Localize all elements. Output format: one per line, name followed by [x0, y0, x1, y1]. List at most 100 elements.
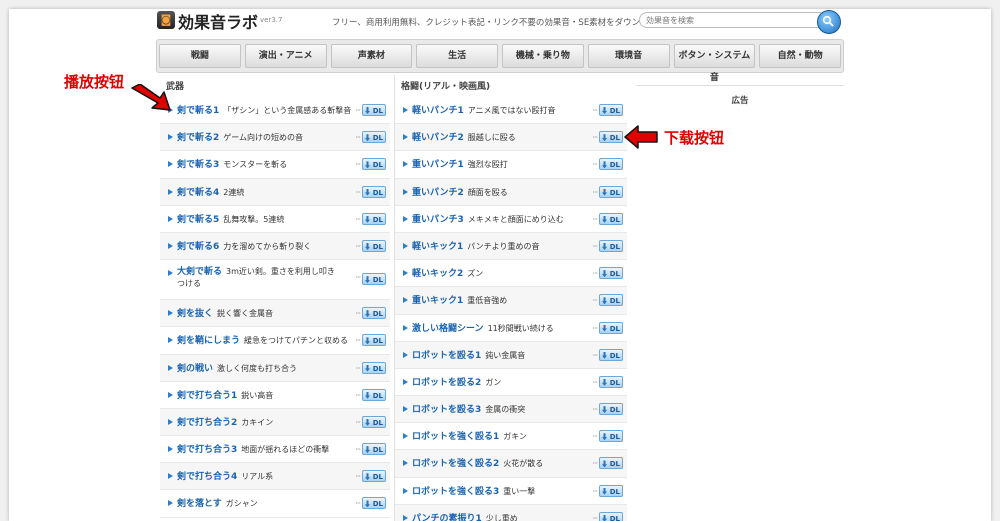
sound-title-link[interactable]: 剣で斬る6	[177, 242, 219, 252]
play-icon[interactable]	[403, 134, 408, 141]
more-icon[interactable]: ···	[355, 336, 361, 345]
sound-title-link[interactable]: 剣を鞘にしまう	[177, 336, 240, 346]
more-icon[interactable]: ···	[355, 242, 361, 251]
sound-title-link[interactable]: 剣で斬る5	[177, 215, 219, 225]
download-button[interactable]: DL	[599, 239, 623, 252]
download-button[interactable]: DL	[362, 443, 386, 456]
sound-title-link[interactable]: 剣で打ち合う1	[177, 391, 237, 401]
play-icon[interactable]	[168, 134, 173, 141]
more-icon[interactable]: ···	[355, 391, 361, 400]
sound-title-link[interactable]: 軽いキック2	[412, 269, 463, 279]
more-icon[interactable]: ···	[592, 351, 598, 360]
logo-icon[interactable]: ◙	[157, 11, 175, 29]
download-button[interactable]: DL	[362, 497, 386, 510]
download-button[interactable]: DL	[362, 158, 386, 171]
more-icon[interactable]: ···	[592, 487, 598, 496]
nav-tab-1[interactable]: 戦闘	[159, 44, 241, 68]
more-icon[interactable]: ···	[592, 188, 598, 197]
download-button[interactable]: DL	[362, 273, 386, 286]
sound-title-link[interactable]: 剣で斬る4	[177, 188, 219, 198]
more-icon[interactable]: ···	[592, 324, 598, 333]
sound-title-link[interactable]: 軽いキック1	[412, 242, 463, 252]
download-button[interactable]: DL	[362, 239, 386, 252]
download-button[interactable]: DL	[362, 212, 386, 225]
nav-tab-8[interactable]: 自然・動物	[759, 44, 841, 68]
more-icon[interactable]: ···	[355, 445, 361, 454]
download-button[interactable]: DL	[599, 321, 623, 334]
play-icon[interactable]	[403, 188, 408, 195]
download-button[interactable]: DL	[362, 185, 386, 198]
sound-title-link[interactable]: パンチの素振り1	[412, 514, 482, 521]
download-button[interactable]: DL	[362, 307, 386, 320]
more-icon[interactable]: ···	[592, 269, 598, 278]
more-icon[interactable]: ···	[592, 432, 598, 441]
play-icon[interactable]	[168, 500, 173, 507]
play-icon[interactable]	[403, 161, 408, 168]
download-button[interactable]: DL	[599, 457, 623, 470]
search-button[interactable]	[817, 10, 841, 34]
play-icon[interactable]	[403, 107, 408, 113]
sound-title-link[interactable]: 重いキック1	[412, 296, 463, 306]
play-icon[interactable]	[168, 188, 173, 195]
play-icon[interactable]	[403, 487, 408, 494]
download-button[interactable]: DL	[599, 104, 623, 116]
sound-title-link[interactable]: 軽いパンチ1	[412, 106, 464, 116]
more-icon[interactable]: ···	[592, 242, 598, 251]
play-icon[interactable]	[168, 391, 173, 398]
download-button[interactable]: DL	[599, 375, 623, 388]
download-button[interactable]: DL	[362, 415, 386, 428]
search-input[interactable]	[646, 13, 796, 27]
sound-title-link[interactable]: 激しい格闘シーン	[412, 324, 484, 334]
sound-title-link[interactable]: 重いパンチ3	[412, 215, 464, 225]
more-icon[interactable]: ···	[355, 188, 361, 197]
play-icon[interactable]	[403, 406, 408, 413]
download-button[interactable]: DL	[599, 348, 623, 361]
sound-title-link[interactable]: ロボットを殴る1	[412, 351, 481, 361]
nav-tab-4[interactable]: 生活	[416, 44, 498, 68]
sound-title-link[interactable]: 剣の戦い	[177, 364, 213, 374]
more-icon[interactable]: ···	[592, 405, 598, 414]
more-icon[interactable]: ···	[592, 296, 598, 305]
play-icon[interactable]	[168, 418, 173, 425]
download-button[interactable]: DL	[599, 430, 623, 443]
sound-title-link[interactable]: ロボットを強く殴る1	[412, 432, 499, 442]
play-icon[interactable]	[168, 337, 173, 344]
more-icon[interactable]: ···	[355, 364, 361, 373]
download-button[interactable]: DL	[599, 185, 623, 198]
play-icon[interactable]	[168, 270, 173, 277]
more-icon[interactable]: ···	[355, 499, 361, 508]
download-button[interactable]: DL	[599, 158, 623, 171]
sound-title-link[interactable]: 剣で打ち合う2	[177, 418, 237, 428]
play-icon[interactable]	[168, 161, 173, 168]
more-icon[interactable]: ···	[355, 133, 361, 142]
play-icon[interactable]	[168, 446, 173, 453]
sound-title-link[interactable]: ロボットを殴る2	[412, 378, 481, 388]
more-icon[interactable]: ···	[592, 215, 598, 224]
sound-title-link[interactable]: 剣で斬る3	[177, 160, 219, 170]
more-icon[interactable]: ···	[355, 106, 361, 115]
download-button[interactable]: DL	[362, 388, 386, 401]
download-button[interactable]: DL	[362, 131, 386, 144]
sound-title-link[interactable]: ロボットを殴る3	[412, 405, 481, 415]
play-icon[interactable]	[403, 433, 408, 440]
more-icon[interactable]: ···	[592, 133, 598, 142]
sound-title-link[interactable]: ロボットを強く殴る2	[412, 459, 499, 469]
sound-title-link[interactable]: 剣で打ち合う3	[177, 445, 237, 455]
more-icon[interactable]: ···	[355, 215, 361, 224]
download-button[interactable]: DL	[599, 484, 623, 497]
more-icon[interactable]: ···	[592, 459, 598, 468]
nav-tab-2[interactable]: 演出・アニメ	[244, 44, 327, 68]
play-icon[interactable]	[168, 310, 173, 317]
more-icon[interactable]: ···	[355, 472, 361, 481]
more-icon[interactable]: ···	[355, 273, 361, 282]
more-icon[interactable]: ···	[355, 309, 361, 318]
more-icon[interactable]: ···	[592, 106, 598, 115]
play-icon[interactable]	[168, 364, 173, 371]
play-icon[interactable]	[403, 514, 408, 521]
download-button[interactable]: DL	[599, 403, 623, 416]
more-icon[interactable]: ···	[592, 378, 598, 387]
nav-tab-7[interactable]: ボタン・システム音	[673, 44, 756, 83]
nav-tab-3[interactable]: 声素材	[330, 44, 413, 68]
more-icon[interactable]: ···	[355, 418, 361, 427]
more-icon[interactable]: ···	[355, 160, 361, 169]
